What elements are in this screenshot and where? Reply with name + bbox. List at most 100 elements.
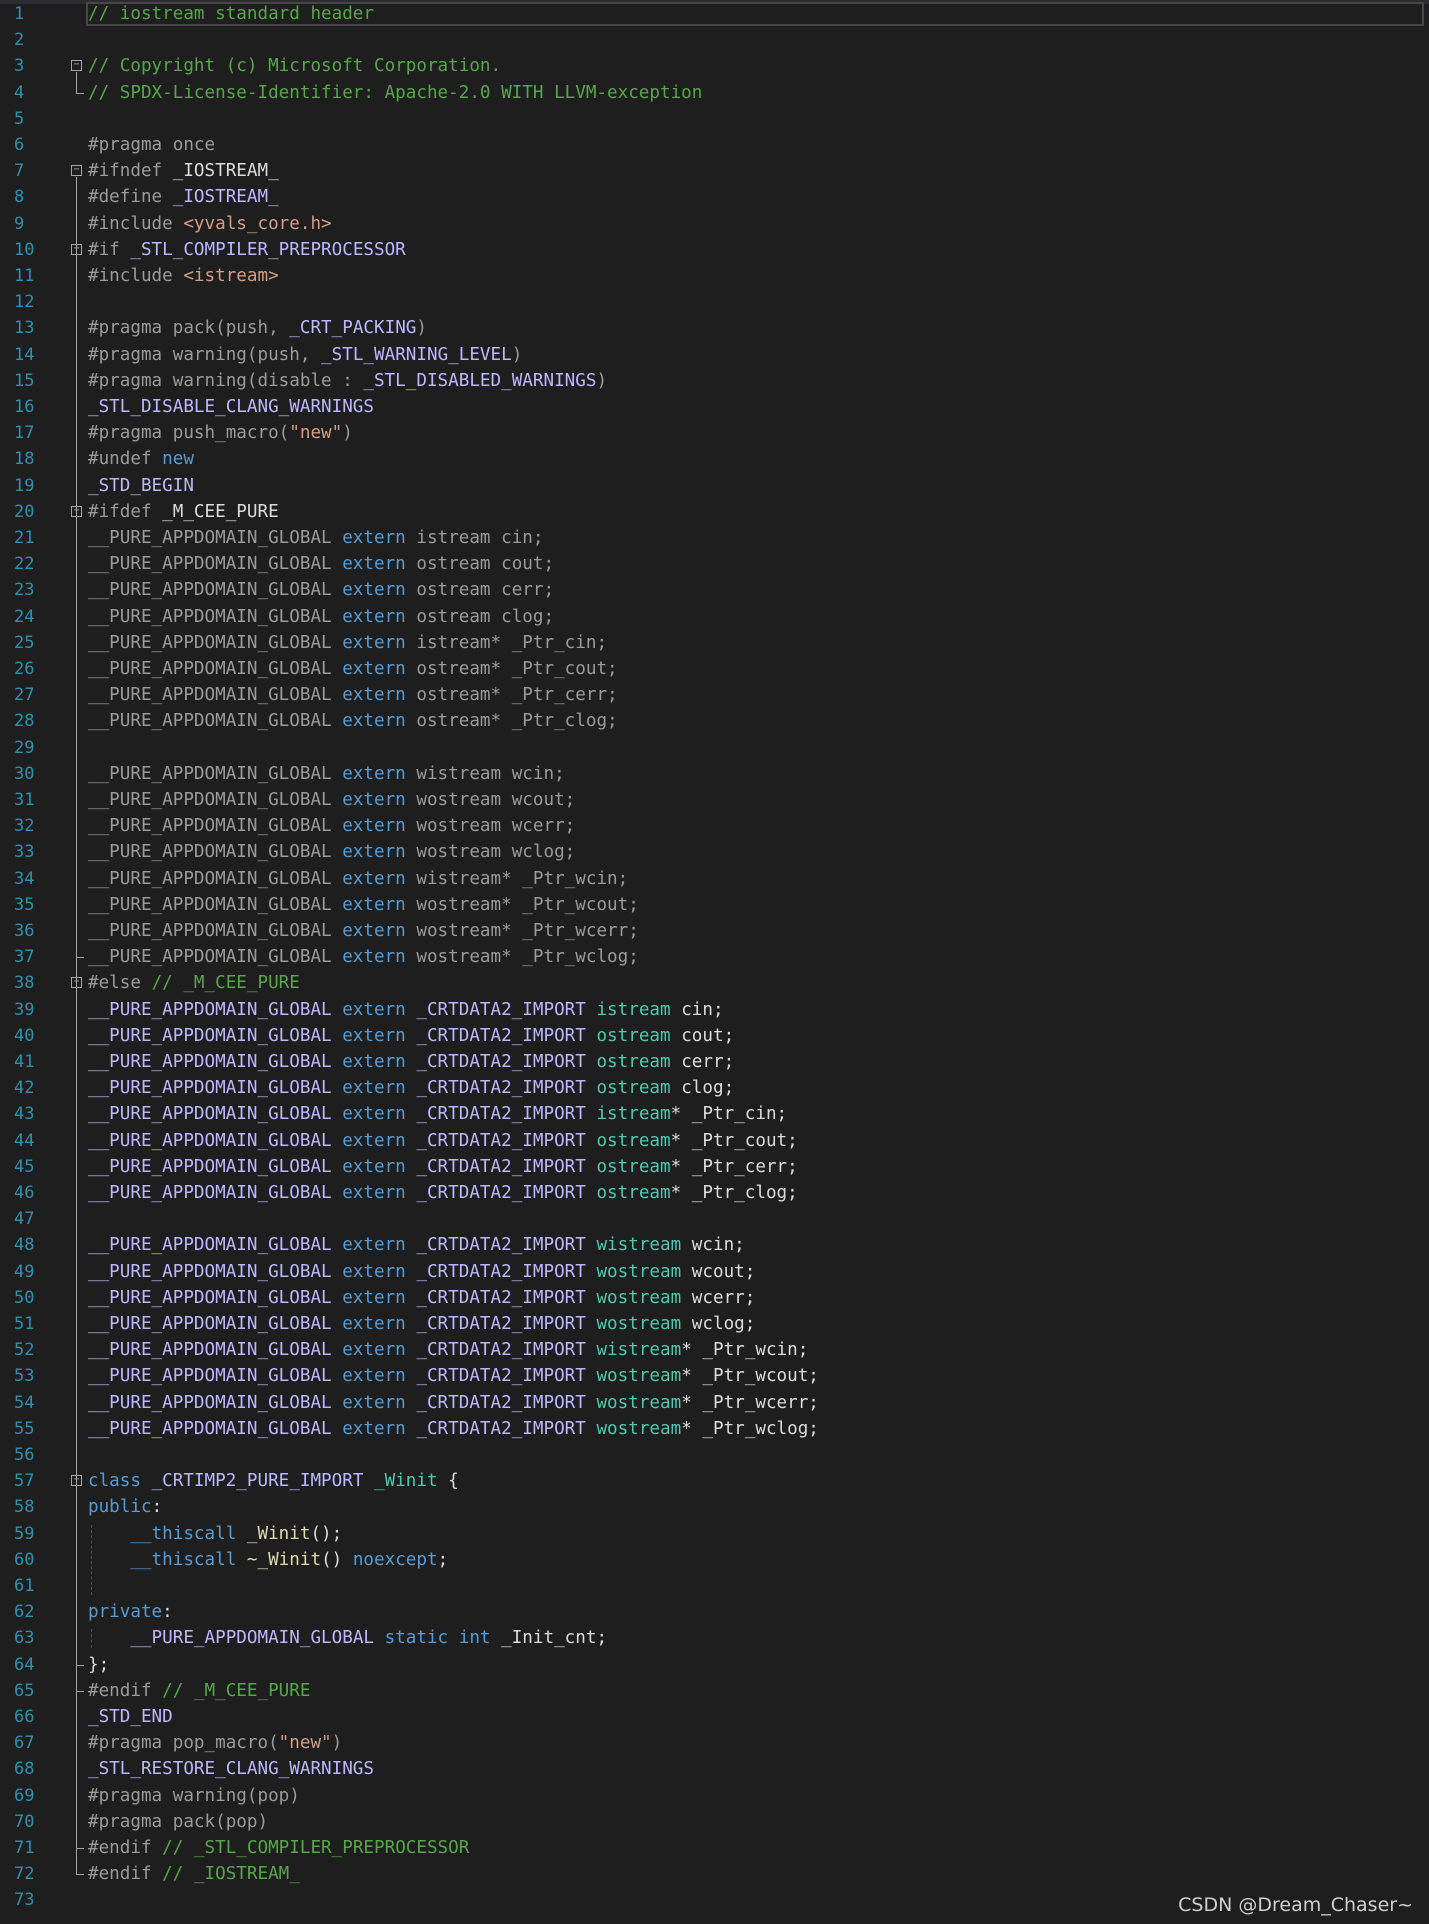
code-line[interactable]: 21 __PURE_APPDOMAIN_GLOBAL extern istream… bbox=[0, 525, 1429, 551]
code-line[interactable]: 51 __PURE_APPDOMAIN_GLOBAL extern _CRTDAT… bbox=[0, 1311, 1429, 1337]
code-line[interactable]: 46 __PURE_APPDOMAIN_GLOBAL extern _CRTDAT… bbox=[0, 1180, 1429, 1206]
code-line[interactable]: 31 __PURE_APPDOMAIN_GLOBAL extern wostrea… bbox=[0, 787, 1429, 813]
code-token: _STD_BEGIN bbox=[88, 475, 194, 496]
code-line[interactable]: 33 __PURE_APPDOMAIN_GLOBAL extern wostrea… bbox=[0, 839, 1429, 865]
code-line[interactable]: 65 #endif // _M_CEE_PURE bbox=[0, 1678, 1429, 1704]
code-text: __PURE_APPDOMAIN_GLOBAL extern _CRTDATA2… bbox=[88, 1363, 819, 1389]
code-line[interactable]: 68 _STL_RESTORE_CLANG_WARNINGS bbox=[0, 1756, 1429, 1782]
line-number: 52 bbox=[14, 1340, 35, 1361]
code-line[interactable]: 32 __PURE_APPDOMAIN_GLOBAL extern wostrea… bbox=[0, 813, 1429, 839]
code-line[interactable]: 47 bbox=[0, 1206, 1429, 1232]
code-line[interactable]: 22 __PURE_APPDOMAIN_GLOBAL extern ostream… bbox=[0, 551, 1429, 577]
code-token: _M_CEE_PURE bbox=[162, 501, 279, 522]
code-line[interactable]: 45 __PURE_APPDOMAIN_GLOBAL extern _CRTDAT… bbox=[0, 1154, 1429, 1180]
code-line[interactable]: 36 __PURE_APPDOMAIN_GLOBAL extern wostrea… bbox=[0, 918, 1429, 944]
code-line[interactable]: 10−#if _STL_COMPILER_PREPROCESSOR bbox=[0, 237, 1429, 263]
code-token: #pragma pack(push, bbox=[88, 318, 290, 339]
code-line[interactable]: 1 // iostream standard header bbox=[0, 1, 1429, 27]
code-line[interactable]: 54 __PURE_APPDOMAIN_GLOBAL extern _CRTDAT… bbox=[0, 1390, 1429, 1416]
code-line[interactable]: 43 __PURE_APPDOMAIN_GLOBAL extern _CRTDAT… bbox=[0, 1101, 1429, 1127]
code-line[interactable]: 14 #pragma warning(push, _STL_WARNING_LEV… bbox=[0, 342, 1429, 368]
code-text: __PURE_APPDOMAIN_GLOBAL extern wostream … bbox=[88, 787, 575, 813]
code-token: ostream bbox=[596, 1052, 671, 1072]
code-line[interactable]: 19 _STD_BEGIN bbox=[0, 473, 1429, 499]
code-token: ostream cerr; bbox=[416, 580, 555, 601]
fold-toggle-icon[interactable]: − bbox=[71, 60, 82, 72]
code-line[interactable]: 9 #include <yvals_core.h> bbox=[0, 211, 1429, 237]
code-line[interactable]: 35 __PURE_APPDOMAIN_GLOBAL extern wostrea… bbox=[0, 892, 1429, 918]
code-line[interactable]: 49 __PURE_APPDOMAIN_GLOBAL extern _CRTDAT… bbox=[0, 1259, 1429, 1285]
code-text: #ifndef _IOSTREAM_ bbox=[88, 158, 279, 184]
code-token: __PURE_APPDOMAIN_GLOBAL bbox=[88, 580, 343, 601]
line-number: 50 bbox=[14, 1287, 35, 1308]
code-line[interactable]: 66 _STD_END bbox=[0, 1704, 1429, 1730]
code-line[interactable]: 29 bbox=[0, 735, 1429, 761]
code-line[interactable]: 40 __PURE_APPDOMAIN_GLOBAL extern _CRTDAT… bbox=[0, 1023, 1429, 1049]
code-line[interactable]: 72 #endif // _IOSTREAM_ bbox=[0, 1861, 1429, 1887]
code-line[interactable]: 71 #endif // _STL_COMPILER_PREPROCESSOR bbox=[0, 1835, 1429, 1861]
code-line[interactable]: 26 __PURE_APPDOMAIN_GLOBAL extern ostream… bbox=[0, 656, 1429, 682]
code-line[interactable]: 57−class _CRTIMP2_PURE_IMPORT _Winit { bbox=[0, 1468, 1429, 1494]
code-line[interactable]: 52 __PURE_APPDOMAIN_GLOBAL extern _CRTDAT… bbox=[0, 1337, 1429, 1363]
code-line[interactable]: 7 − #ifndef _IOSTREAM_ bbox=[0, 158, 1429, 184]
code-line[interactable]: 37 __PURE_APPDOMAIN_GLOBAL extern wostrea… bbox=[0, 944, 1429, 970]
code-line[interactable]: 24 __PURE_APPDOMAIN_GLOBAL extern ostream… bbox=[0, 604, 1429, 630]
code-line[interactable]: 53 __PURE_APPDOMAIN_GLOBAL extern _CRTDAT… bbox=[0, 1363, 1429, 1389]
code-line[interactable]: 3 −// Copyright (c) Microsoft Corporation… bbox=[0, 53, 1429, 79]
code-text: __PURE_APPDOMAIN_GLOBAL extern ostream c… bbox=[88, 551, 554, 577]
code-line[interactable]: 12 bbox=[0, 289, 1429, 315]
code-token: ~_Winit bbox=[246, 1549, 322, 1570]
code-line[interactable]: 44 __PURE_APPDOMAIN_GLOBAL extern _CRTDAT… bbox=[0, 1128, 1429, 1154]
code-line[interactable]: 11 #include <istream> bbox=[0, 263, 1429, 289]
line-number: 7 bbox=[14, 161, 25, 182]
code-line[interactable]: 23 __PURE_APPDOMAIN_GLOBAL extern ostream… bbox=[0, 577, 1429, 603]
code-line[interactable]: 56 bbox=[0, 1442, 1429, 1468]
code-line[interactable]: 15 #pragma warning(disable : _STL_DISABLE… bbox=[0, 368, 1429, 394]
fold-toggle-icon[interactable]: − bbox=[71, 165, 82, 177]
code-token: extern bbox=[342, 1261, 417, 1282]
code-token: __PURE_APPDOMAIN_GLOBAL bbox=[88, 1418, 343, 1439]
code-line[interactable]: 48 __PURE_APPDOMAIN_GLOBAL extern _CRTDAT… bbox=[0, 1232, 1429, 1258]
code-editor[interactable]: 1// iostream standard header 2 3−// Copyri… bbox=[0, 0, 1429, 1924]
code-line[interactable]: 16 _STL_DISABLE_CLANG_WARNINGS bbox=[0, 394, 1429, 420]
code-line[interactable]: 39 __PURE_APPDOMAIN_GLOBAL extern _CRTDAT… bbox=[0, 997, 1429, 1023]
code-line[interactable]: 42 __PURE_APPDOMAIN_GLOBAL extern _CRTDAT… bbox=[0, 1075, 1429, 1101]
code-line[interactable]: 28 __PURE_APPDOMAIN_GLOBAL extern ostream… bbox=[0, 708, 1429, 734]
code-line[interactable]: 8 #define _IOSTREAM_ bbox=[0, 184, 1429, 210]
code-line[interactable]: 62 private: bbox=[0, 1599, 1429, 1625]
code-text: #pragma push_macro("new") bbox=[88, 420, 353, 446]
line-number: 57 bbox=[14, 1471, 35, 1492]
code-line[interactable]: 60 __thiscall ~_Winit() noexcept; bbox=[0, 1547, 1429, 1573]
code-line[interactable]: 69 #pragma warning(pop) bbox=[0, 1783, 1429, 1809]
code-line[interactable]: 5 bbox=[0, 106, 1429, 132]
code-line[interactable]: 59 __thiscall _Winit(); bbox=[0, 1521, 1429, 1547]
code-line[interactable]: 18 #undef new bbox=[0, 446, 1429, 472]
code-line[interactable]: 6 #pragma once bbox=[0, 132, 1429, 158]
code-line[interactable]: 25 __PURE_APPDOMAIN_GLOBAL extern istream… bbox=[0, 630, 1429, 656]
code-token: wostream* _Ptr_wclog; bbox=[416, 947, 639, 968]
code-line[interactable]: 27 __PURE_APPDOMAIN_GLOBAL extern ostream… bbox=[0, 682, 1429, 708]
code-line[interactable]: 4 // SPDX-License-Identifier: Apache-2.0 … bbox=[0, 80, 1429, 106]
code-line[interactable]: 61 bbox=[0, 1573, 1429, 1599]
code-line[interactable]: 30 __PURE_APPDOMAIN_GLOBAL extern wistrea… bbox=[0, 761, 1429, 787]
code-line[interactable]: 41 __PURE_APPDOMAIN_GLOBAL extern _CRTDAT… bbox=[0, 1049, 1429, 1075]
code-line[interactable]: 58 public: bbox=[0, 1494, 1429, 1520]
code-line[interactable]: 17 #pragma push_macro("new") bbox=[0, 420, 1429, 446]
code-token: private bbox=[88, 1602, 163, 1623]
code-line[interactable]: 63 __PURE_APPDOMAIN_GLOBAL static int _I… bbox=[0, 1625, 1429, 1651]
code-line[interactable]: 55 __PURE_APPDOMAIN_GLOBAL extern _CRTDAT… bbox=[0, 1416, 1429, 1442]
code-text: __PURE_APPDOMAIN_GLOBAL extern ostream c… bbox=[88, 577, 554, 603]
code-line[interactable]: 34 __PURE_APPDOMAIN_GLOBAL extern wistrea… bbox=[0, 866, 1429, 892]
code-line[interactable]: 13 #pragma pack(push, _CRT_PACKING) bbox=[0, 315, 1429, 341]
indent-guide bbox=[91, 1629, 92, 1648]
code-token: __thiscall bbox=[130, 1523, 247, 1544]
code-line[interactable]: 67 #pragma pop_macro("new") bbox=[0, 1730, 1429, 1756]
code-line[interactable]: 2 bbox=[0, 27, 1429, 53]
code-line[interactable]: 20−#ifdef _M_CEE_PURE bbox=[0, 499, 1429, 525]
code-line[interactable]: 50 __PURE_APPDOMAIN_GLOBAL extern _CRTDAT… bbox=[0, 1285, 1429, 1311]
code-line[interactable]: 38−#else // _M_CEE_PURE bbox=[0, 970, 1429, 996]
code-text: __PURE_APPDOMAIN_GLOBAL extern ostream c… bbox=[88, 604, 554, 630]
code-line[interactable]: 64}; bbox=[0, 1652, 1429, 1678]
code-line[interactable]: 70 #pragma pack(pop) bbox=[0, 1809, 1429, 1835]
line-number: 5 bbox=[14, 108, 25, 129]
